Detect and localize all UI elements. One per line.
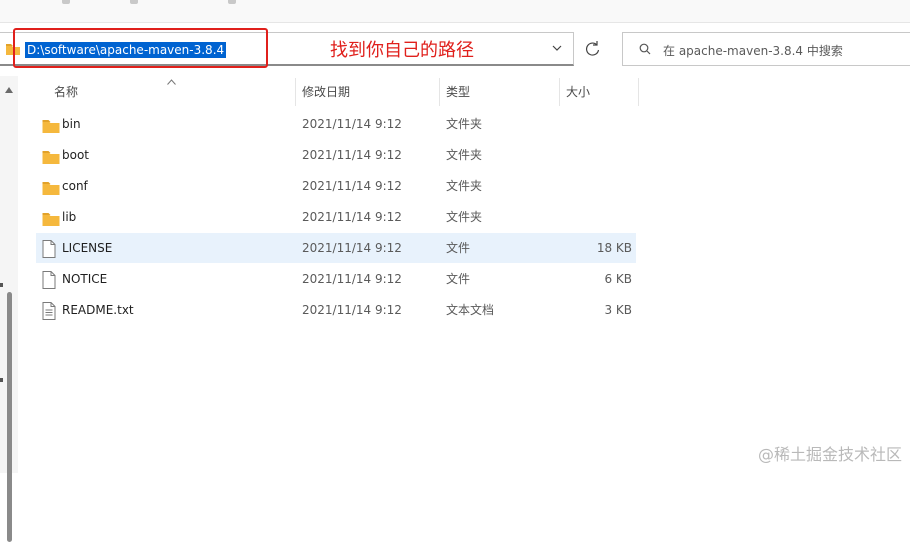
file-name: conf — [62, 179, 88, 193]
file-size: 18 KB — [596, 241, 632, 255]
file-date: 2021/11/14 9:12 — [302, 148, 402, 162]
search-box[interactable]: 在 apache-maven-3.8.4 中搜索 — [622, 32, 910, 66]
folder-icon — [42, 146, 60, 164]
file-date: 2021/11/14 9:12 — [302, 117, 402, 131]
search-input[interactable]: 在 apache-maven-3.8.4 中搜索 — [663, 42, 843, 59]
sort-ascending-icon[interactable] — [167, 74, 176, 88]
scroll-up-arrow-icon[interactable] — [5, 82, 13, 96]
file-row[interactable]: conf 2021/11/14 9:12 文件夹 — [36, 171, 636, 201]
chevron-down-icon[interactable] — [549, 40, 565, 56]
file-row[interactable]: lib 2021/11/14 9:12 文件夹 — [36, 202, 636, 232]
file-name: lib — [62, 210, 77, 224]
edge-mark — [0, 378, 3, 382]
column-type-header[interactable]: 类型 — [446, 78, 470, 106]
file-type: 文件夹 — [446, 117, 483, 131]
toolbar-icon-remnant — [228, 0, 236, 4]
file-date: 2021/11/14 9:12 — [302, 272, 402, 286]
file-type: 文件夹 — [446, 210, 483, 224]
file-date: 2021/11/14 9:12 — [302, 210, 402, 224]
search-icon — [639, 43, 651, 58]
file-size: 3 KB — [604, 303, 632, 317]
refresh-button[interactable] — [578, 33, 608, 65]
annotation-text: 找到你自己的路径 — [330, 40, 474, 61]
file-date: 2021/11/14 9:12 — [302, 241, 402, 255]
scrollbar-thumb[interactable] — [7, 292, 12, 542]
file-row[interactable]: NOTICE 2021/11/14 9:12 文件 6 KB — [36, 264, 636, 294]
vertical-scrollbar[interactable] — [0, 76, 18, 542]
file-name: README.txt — [62, 303, 134, 317]
file-row[interactable]: README.txt 2021/11/14 9:12 文本文档 3 KB — [36, 295, 636, 325]
file-date: 2021/11/14 9:12 — [302, 179, 402, 193]
file-icon — [42, 270, 56, 289]
folder-icon — [42, 177, 60, 195]
file-row[interactable]: boot 2021/11/14 9:12 文件夹 — [36, 140, 636, 170]
file-size: 6 KB — [604, 272, 632, 286]
file-icon — [42, 239, 56, 258]
column-divider[interactable] — [295, 78, 296, 106]
folder-icon — [42, 115, 60, 133]
folder-icon — [42, 208, 60, 226]
file-type: 文本文档 — [446, 303, 495, 317]
column-name-header[interactable]: 名称 — [54, 78, 78, 106]
file-type: 文件夹 — [446, 148, 483, 162]
file-type: 文件夹 — [446, 179, 483, 193]
file-name: NOTICE — [62, 272, 108, 286]
column-header: 名称 修改日期 类型 大小 — [40, 78, 640, 106]
column-divider[interactable] — [439, 78, 440, 106]
column-divider[interactable] — [638, 78, 639, 106]
file-name: bin — [62, 117, 81, 131]
file-row[interactable]: bin 2021/11/14 9:12 文件夹 — [36, 109, 636, 139]
column-size-header[interactable]: 大小 — [566, 78, 590, 106]
file-date: 2021/11/14 9:12 — [302, 303, 402, 317]
toolbar-icon-remnant — [62, 0, 70, 4]
file-name: boot — [62, 148, 90, 162]
file-type: 文件 — [446, 241, 471, 255]
column-date-header[interactable]: 修改日期 — [302, 78, 350, 106]
annotation-highlight-box — [13, 28, 268, 68]
file-type: 文件 — [446, 272, 471, 286]
file-name: LICENSE — [62, 241, 113, 255]
column-divider[interactable] — [559, 78, 560, 106]
toolbar-strip — [0, 0, 910, 23]
edge-mark — [0, 283, 3, 287]
watermark: @稀土掘金技术社区 — [757, 445, 902, 464]
text-file-icon — [42, 301, 56, 320]
toolbar-icon-remnant — [130, 0, 138, 4]
file-row[interactable]: LICENSE 2021/11/14 9:12 文件 18 KB — [36, 233, 636, 263]
